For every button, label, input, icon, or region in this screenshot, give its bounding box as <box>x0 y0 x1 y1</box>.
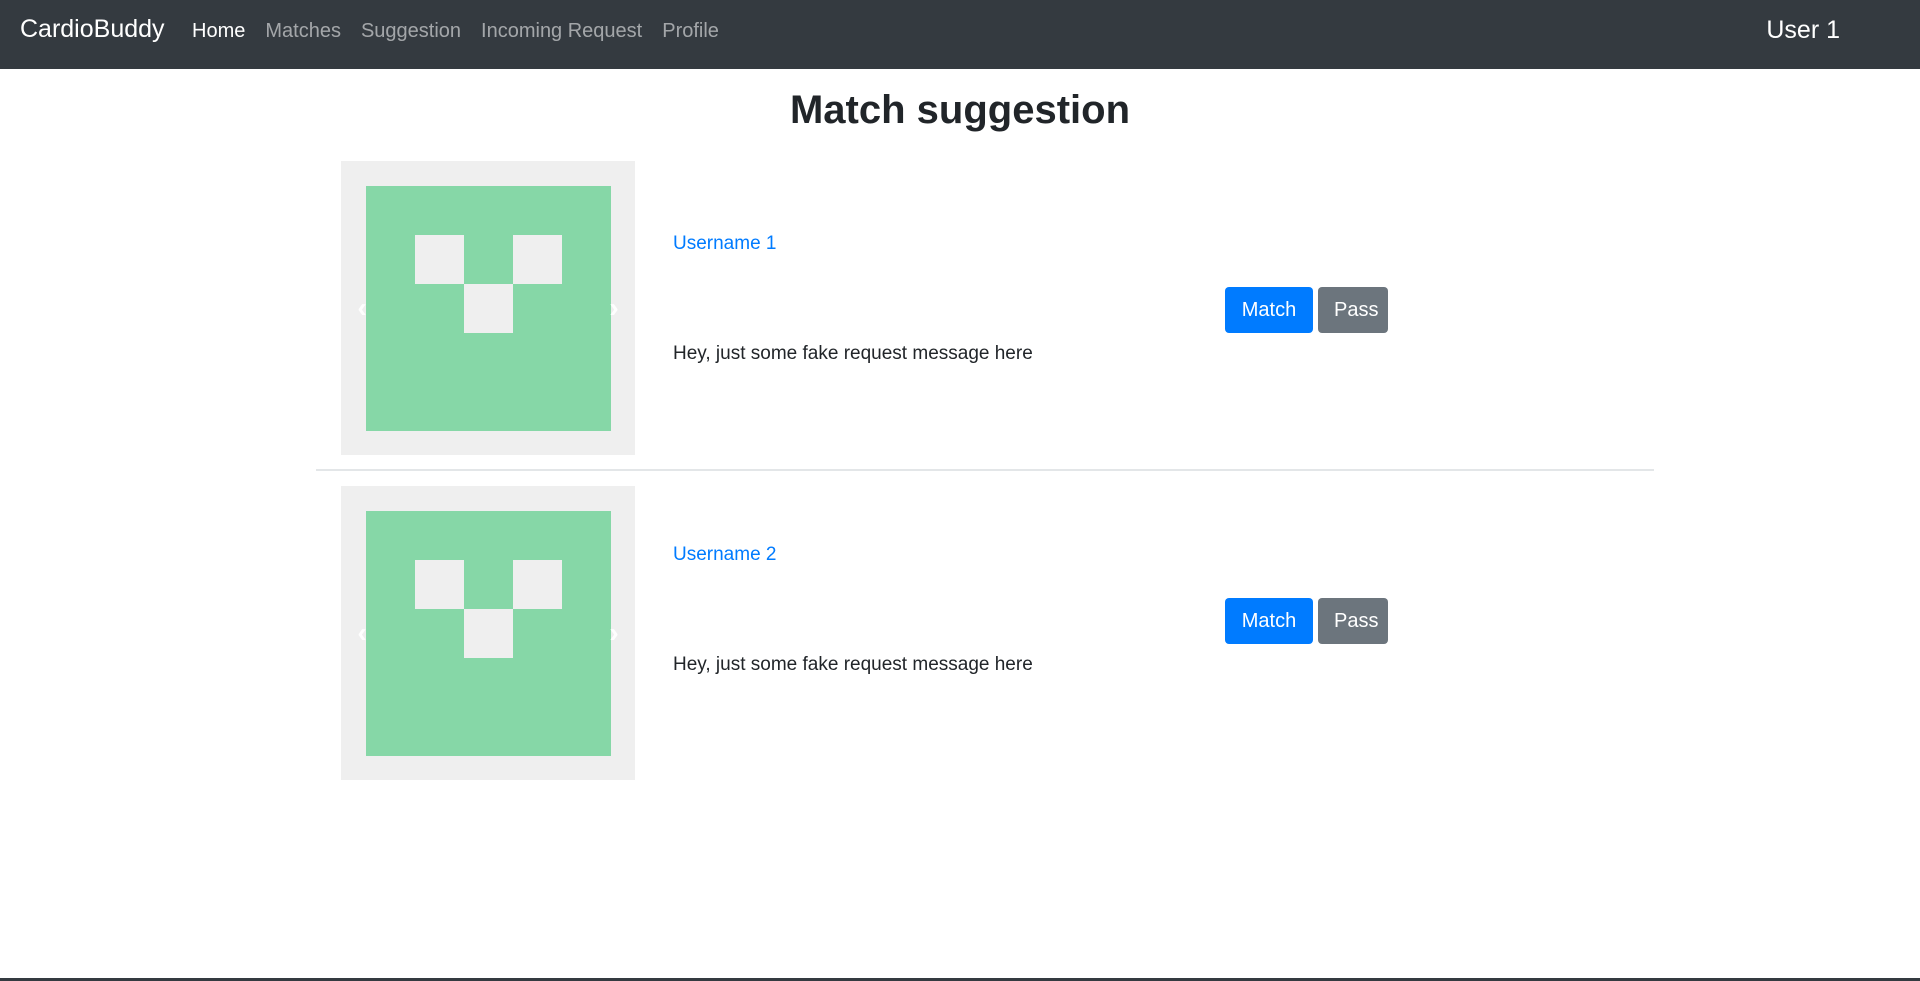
page-title: Match suggestion <box>789 88 1131 132</box>
chevron-right-icon[interactable]: › <box>601 293 627 323</box>
action-buttons: Match Pass <box>1225 598 1388 644</box>
username-link[interactable]: Username 1 <box>673 233 777 255</box>
nav-links: Home Matches Suggestion Incoming Request… <box>192 20 719 43</box>
suggestion-item: ‹ › Username 1 Hey, just some fake reque… <box>316 161 1654 469</box>
match-button[interactable]: Match <box>1225 287 1313 333</box>
chevron-left-icon[interactable]: ‹ <box>349 293 375 323</box>
current-user-menu[interactable]: User 1 <box>1766 16 1840 45</box>
avatar <box>366 186 611 431</box>
match-button[interactable]: Match <box>1225 598 1313 644</box>
photo-carousel: ‹ › <box>341 486 635 780</box>
nav-link-profile[interactable]: Profile <box>662 20 719 43</box>
nav-link-matches[interactable]: Matches <box>265 20 341 43</box>
brand-link[interactable]: CardioBuddy <box>20 15 165 44</box>
avatar <box>366 511 611 756</box>
photo-carousel: ‹ › <box>341 161 635 455</box>
nav-link-incoming-request[interactable]: Incoming Request <box>481 20 642 43</box>
chevron-left-icon[interactable]: ‹ <box>349 618 375 648</box>
request-message: Hey, just some fake request message here <box>673 654 1033 675</box>
pass-button[interactable]: Pass <box>1318 287 1388 333</box>
pass-button[interactable]: Pass <box>1318 598 1388 644</box>
nav-link-home[interactable]: Home <box>192 20 245 43</box>
action-buttons: Match Pass <box>1225 287 1388 333</box>
request-message: Hey, just some fake request message here <box>673 343 1033 364</box>
nav-link-suggestion[interactable]: Suggestion <box>361 20 461 43</box>
username-link[interactable]: Username 2 <box>673 544 777 566</box>
suggestion-list: ‹ › Username 1 Hey, just some fake reque… <box>316 161 1654 796</box>
top-navbar: CardioBuddy Home Matches Suggestion Inco… <box>0 0 1920 69</box>
suggestion-item: ‹ › Username 2 Hey, just some fake reque… <box>316 469 1654 796</box>
chevron-right-icon[interactable]: › <box>601 618 627 648</box>
